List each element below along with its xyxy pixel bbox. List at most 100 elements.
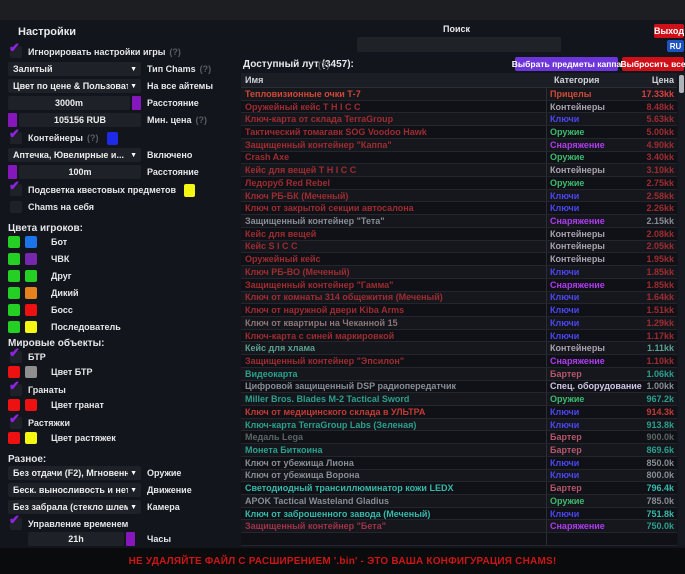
table-row[interactable]: Ключ РБ-БК (Меченый) Ключи 2.58kk [241, 190, 677, 203]
weapon-dropdown[interactable]: Без отдачи (F2), Мгновенное п ▼ [8, 466, 141, 480]
help-icon[interactable]: (?) [169, 47, 181, 57]
drop-all-button[interactable]: Выбросить все [622, 57, 684, 71]
slider-handle[interactable] [8, 165, 17, 179]
slider-handle[interactable] [132, 96, 141, 110]
help-icon[interactable]: (?) [87, 133, 99, 143]
table-row[interactable]: APOK Tactical Wasteland Gladius Оружие 7… [241, 495, 677, 508]
table-row[interactable]: Оружейный кейс T H I C C Контейнеры 8.48… [241, 101, 677, 114]
table-row[interactable]: Ключ РБ-ВО (Меченый) Ключи 1.85kk [241, 266, 677, 279]
table-row[interactable]: Защищенный контейнер "Бета" Снаряжение 7… [241, 520, 677, 533]
table-row[interactable]: Тепловизионные очки Т-7 Прицелы 17.33kk [241, 88, 677, 101]
grenade-color-swatch-1[interactable] [8, 399, 20, 411]
btr-color-swatch-2[interactable] [25, 366, 37, 378]
tripwires-checkbox[interactable]: ✔ [10, 417, 22, 429]
table-row[interactable]: Ключ от наружной двери Kiba Arms Ключи 1… [241, 304, 677, 317]
table-row[interactable]: Оружейный кейс Контейнеры 1.95kk [241, 253, 677, 266]
table-row[interactable]: Кейс S I C C Контейнеры 2.05kk [241, 241, 677, 254]
setting-distance-row: 3000m Расстояние [8, 96, 199, 110]
table-row[interactable]: Ключ от медицинского склада в УЛЬТРА Клю… [241, 406, 677, 419]
all-items-dropdown[interactable]: Цвет по цене & Пользователь ▼ [8, 79, 141, 93]
table-row[interactable]: Ключ от убежища Лиона Ключи 850.0k [241, 457, 677, 470]
chams-type-dropdown[interactable]: Залитый ▼ [8, 62, 141, 76]
grenade-color-swatch-2[interactable] [25, 399, 37, 411]
item-name: Тепловизионные очки Т-7 [241, 88, 547, 100]
camera-dropdown[interactable]: Без забрала (стекло шлема) ▼ [8, 500, 141, 514]
scrollbar-thumb[interactable] [679, 75, 684, 93]
search-input[interactable] [357, 37, 561, 52]
table-row[interactable]: Защищенный контейнер "Эпсилон" Снаряжени… [241, 355, 677, 368]
table-row[interactable]: Защищенный контейнер "Каппа" Снаряжение … [241, 139, 677, 152]
player-color-swatch-1[interactable] [8, 236, 20, 248]
table-row[interactable]: Защищенный контейнер "Гамма" Снаряжение … [241, 279, 677, 292]
min-price-slider[interactable]: 105156 RUB [8, 113, 141, 127]
table-row[interactable]: Ключ от комнаты 314 общежития (Меченый) … [241, 292, 677, 305]
slider-handle[interactable] [126, 532, 135, 546]
table-row[interactable]: Miller Bros. Blades M-2 Tactical Sword О… [241, 393, 677, 406]
table-row[interactable]: Crash Axe Оружие 3.40kk [241, 152, 677, 165]
table-row[interactable]: Кейс для хлама Контейнеры 1.11kk [241, 342, 677, 355]
table-row[interactable]: Ключ-карта с синей маркировкой Ключи 1.1… [241, 330, 677, 343]
player-color-swatch-2[interactable] [25, 304, 37, 316]
player-color-swatch-1[interactable] [8, 253, 20, 265]
containers-distance-slider[interactable]: 100m [8, 165, 141, 179]
player-color-swatch-2[interactable] [25, 321, 37, 333]
table-scrollbar[interactable] [678, 73, 685, 546]
ignore-game-settings-checkbox[interactable]: ✔ [10, 46, 22, 58]
containers-color-swatch[interactable] [107, 132, 118, 145]
table-row[interactable]: Ключ-карта от склада TerraGroup Ключи 5.… [241, 113, 677, 126]
player-color-swatch-2[interactable] [25, 287, 37, 299]
item-name: Оружейный кейс [241, 253, 547, 265]
table-row[interactable]: Ключ от квартиры на Чеканной 15 Ключи 1.… [241, 317, 677, 330]
table-row[interactable]: Ключ от закрытой секции автосалона Ключи… [241, 202, 677, 215]
item-price: 914.3k [630, 407, 677, 417]
player-color-swatch-1[interactable] [8, 270, 20, 282]
containers-filter-dropdown[interactable]: Аптечка, Ювелирные и... ▼ [8, 148, 141, 162]
quest-highlight-checkbox[interactable]: ✔ [10, 184, 22, 196]
table-row[interactable]: Светодиодный трансиллюминатор кожи LEDX … [241, 482, 677, 495]
setting-containers-row: ✔ Контейнеры (?) [8, 131, 118, 145]
table-row[interactable]: Кейс для вещей T H I C C Контейнеры 3.10… [241, 164, 677, 177]
language-button[interactable]: RU [667, 40, 684, 52]
movement-dropdown[interactable]: Беск. выносливость и нет уста ▼ [8, 483, 141, 497]
column-header-name[interactable]: Имя [241, 75, 551, 85]
player-color-swatch-1[interactable] [8, 321, 20, 333]
table-row[interactable]: Тактический томагавк SOG Voodoo Hawk Ору… [241, 126, 677, 139]
table-row[interactable]: Медаль Lega Бартер 900.0k [241, 431, 677, 444]
column-header-price[interactable]: Цена [634, 75, 677, 85]
table-row[interactable]: Монета Биткоина Бартер 869.6k [241, 444, 677, 457]
item-name: Ключ от закрытой секции автосалона [241, 202, 547, 214]
table-row[interactable]: Видеокарта Бартер 1.06kk [241, 368, 677, 381]
distance-slider[interactable]: 3000m [8, 96, 141, 110]
help-icon[interactable]: (?) [195, 115, 207, 125]
help-icon[interactable]: (?) [318, 60, 330, 70]
tripwire-color-swatch-2[interactable] [25, 432, 37, 444]
exit-button[interactable]: Выход [654, 24, 684, 38]
table-row[interactable] [241, 533, 677, 546]
player-color-swatch-1[interactable] [8, 287, 20, 299]
btr-color-swatch-1[interactable] [8, 366, 20, 378]
tripwire-color-swatch-1[interactable] [8, 432, 20, 444]
player-color-swatch-2[interactable] [25, 236, 37, 248]
slider-handle[interactable] [8, 113, 17, 127]
hours-slider[interactable]: 21h [28, 532, 135, 546]
table-row[interactable]: Ледоруб Red Rebel Оружие 2.75kk [241, 177, 677, 190]
table-row[interactable]: Ключ от заброшенного завода (Меченый) Кл… [241, 508, 677, 521]
player-color-swatch-2[interactable] [25, 253, 37, 265]
chams-self-checkbox[interactable]: ✔ [10, 201, 22, 213]
table-row[interactable]: Ключ-карта TerraGroup Labs (Зеленая) Клю… [241, 419, 677, 432]
player-color-swatch-2[interactable] [25, 270, 37, 282]
select-kappa-items-button[interactable]: Выбрать предметы каппа [515, 57, 618, 71]
column-header-category[interactable]: Категория [551, 75, 634, 85]
player-color-swatch-1[interactable] [8, 304, 20, 316]
table-row[interactable]: Цифровой защищенный DSP радиопередатчик … [241, 381, 677, 394]
table-row[interactable]: Защищенный контейнер "Тета" Снаряжение 2… [241, 215, 677, 228]
table-row[interactable]: Ключ от убежища Ворона Ключи 800.0k [241, 470, 677, 483]
help-icon[interactable]: (?) [200, 64, 212, 74]
grenades-checkbox[interactable]: ✔ [10, 384, 22, 396]
time-control-checkbox[interactable]: ✔ [10, 518, 22, 530]
containers-checkbox[interactable]: ✔ [10, 132, 22, 144]
quest-highlight-color-swatch[interactable] [184, 184, 195, 197]
table-row[interactable]: Кейс для вещей Контейнеры 2.08kk [241, 228, 677, 241]
containers-filter-label: Включено [147, 150, 192, 160]
btr-checkbox[interactable]: ✔ [10, 351, 22, 363]
